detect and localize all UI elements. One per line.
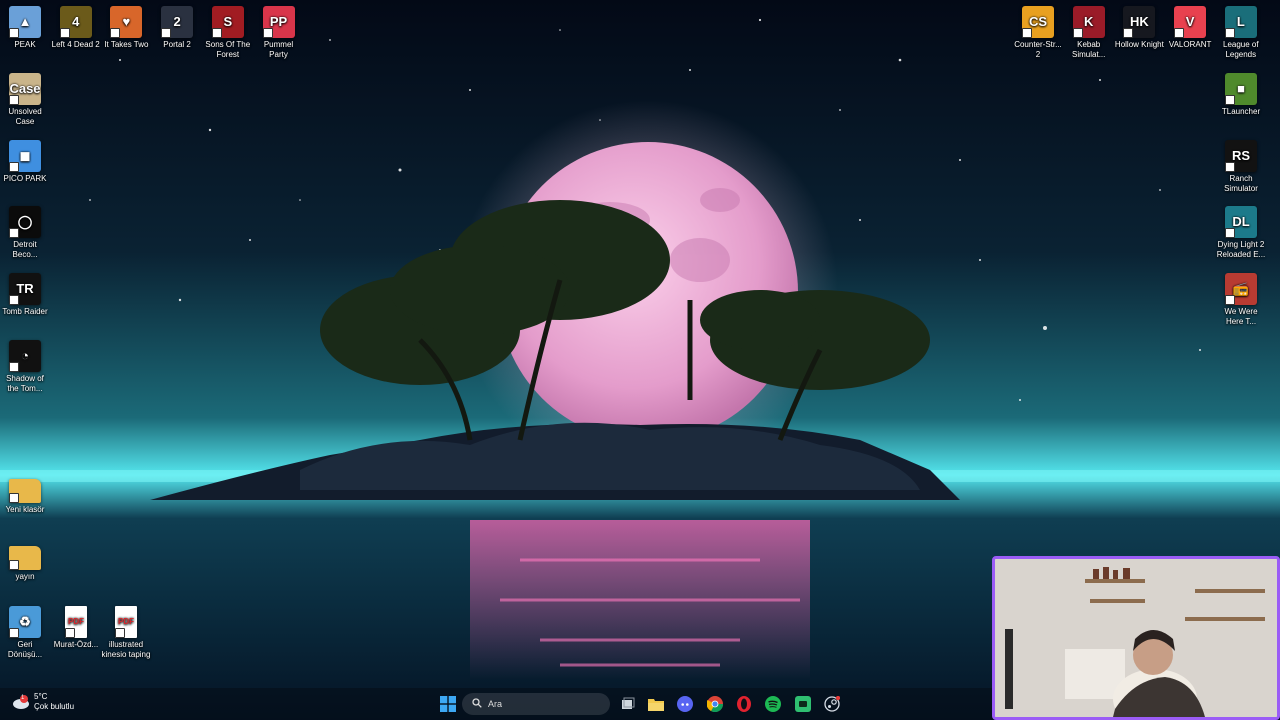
icon-tlauncher-image: ■	[1225, 73, 1257, 105]
icon-kebabsimulator[interactable]: K Kebab Simulat...	[1064, 2, 1114, 60]
icon-ittakestwo-label: It Takes Two	[104, 40, 149, 49]
icon-hollowknight[interactable]: HK Hollow Knight	[1114, 2, 1164, 50]
icon-leagueoflegends-label: League of Legends	[1223, 40, 1259, 59]
icon-counterstrike2[interactable]: CS Counter-Str... 2	[1013, 2, 1063, 60]
icon-recyclebin-image: ♻	[9, 606, 41, 638]
icon-sonsoftheforest[interactable]: S Sons Of The Forest	[203, 2, 253, 60]
icon-tlauncher[interactable]: ■ TLauncher	[1216, 69, 1266, 117]
icon-detroit-image: ◯	[9, 206, 41, 238]
icon-pummelparty-image: PP	[262, 6, 295, 38]
icon-tombraider[interactable]: TR Tomb Raider	[0, 269, 50, 317]
icon-pdf-murat[interactable]: PDF Murat-Özd...	[51, 602, 101, 650]
icon-picopark-label: PICO PARK	[3, 174, 47, 183]
icon-detroit-label: Detroit Beco...	[12, 240, 38, 259]
icon-leagueoflegends[interactable]: L League of Legends	[1216, 2, 1266, 60]
app-green-icon[interactable]	[793, 694, 813, 714]
search-placeholder: Ara	[488, 699, 503, 709]
icon-dyinglight2[interactable]: DL Dying Light 2 Reloaded E...	[1216, 202, 1266, 260]
icon-counterstrike2-image: CS	[1022, 6, 1054, 38]
weather-widget[interactable]: 1 5°C Çok bulutlu	[12, 692, 74, 712]
icon-portal2[interactable]: 2 Portal 2	[152, 2, 202, 50]
icon-ittakestwo-image: ♥	[110, 6, 143, 38]
icon-valorant-label: VALORANT	[1168, 40, 1212, 49]
icon-ittakestwo[interactable]: ♥ It Takes Two	[101, 2, 151, 50]
icon-left4dead2-label: Left 4 Dead 2	[51, 40, 100, 49]
icon-pdf-murat-image: PDF	[65, 606, 87, 638]
icon-pdf-kinesio-image: PDF	[115, 606, 137, 638]
icon-unsolvedcase-image: Case	[9, 73, 41, 105]
icon-wewerehere-image: 📻	[1225, 273, 1257, 305]
chrome-icon[interactable]	[705, 694, 725, 714]
spotify-icon[interactable]	[763, 694, 783, 714]
icon-tombraider-label: Tomb Raider	[2, 307, 48, 316]
icon-shadowtombraider[interactable]: ◔ Shadow of the Tom...	[0, 336, 50, 394]
steam-icon[interactable]	[822, 694, 842, 714]
icon-ranchsimulator-image: RS	[1225, 140, 1257, 172]
icon-folder-yayin-image	[9, 546, 41, 570]
search-input[interactable]: Ara	[462, 693, 610, 715]
icon-picopark[interactable]: ◼ PICO PARK	[0, 136, 50, 184]
icon-counterstrike2-label: Counter-Str... 2	[1014, 40, 1062, 59]
opera-gx-icon[interactable]	[734, 694, 754, 714]
icon-ranchsimulator-label: Ranch Simulator	[1224, 174, 1258, 193]
icon-hollowknight-image: HK	[1123, 6, 1156, 38]
icon-shadowtombraider-label: Shadow of the Tom...	[6, 374, 44, 393]
icon-portal2-image: 2	[161, 6, 194, 38]
icon-dyinglight2-label: Dying Light 2 Reloaded E...	[1216, 240, 1266, 259]
icon-left4dead2[interactable]: 4 Left 4 Dead 2	[51, 2, 101, 50]
icon-kebabsimulator-label: Kebab Simulat...	[1072, 40, 1106, 59]
icon-pdf-kinesio[interactable]: PDF illustrated kinesio taping	[101, 602, 151, 660]
icon-pummelparty[interactable]: PP Pummel Party	[254, 2, 304, 60]
icon-tlauncher-label: TLauncher	[1221, 107, 1261, 116]
icon-kebabsimulator-image: K	[1072, 6, 1105, 38]
icon-valorant-image: V	[1174, 6, 1207, 38]
icon-leagueoflegends-image: L	[1224, 6, 1257, 38]
weather-badge: 1	[21, 695, 25, 701]
webcam-scene	[995, 559, 1277, 717]
icon-peak-image: ▲	[9, 6, 41, 38]
icon-unsolvedcase-label: Unsolved Case	[8, 107, 42, 126]
icon-tombraider-image: TR	[9, 273, 41, 305]
icon-valorant[interactable]: V VALORANT	[1165, 2, 1215, 50]
icon-peak[interactable]: ▲ PEAK	[0, 2, 50, 50]
icon-pdf-murat-label: Murat-Özd...	[53, 640, 99, 649]
icon-shadowtombraider-image: ◔	[9, 340, 41, 372]
icon-peak-label: PEAK	[14, 40, 36, 49]
icon-recyclebin[interactable]: ♻ Geri Dönüşü...	[0, 602, 50, 660]
search-icon	[472, 698, 482, 710]
icon-pummelparty-label: Pummel Party	[263, 40, 294, 59]
icon-picopark-image: ◼	[9, 140, 41, 172]
icon-folder-yeni-label: Yeni klasör	[5, 505, 45, 514]
icon-hollowknight-label: Hollow Knight	[1114, 40, 1164, 49]
icon-portal2-label: Portal 2	[163, 40, 191, 49]
icon-pdf-kinesio-label: illustrated kinesio taping	[101, 640, 151, 659]
icon-ranchsimulator[interactable]: RS Ranch Simulator	[1216, 136, 1266, 194]
weather-condition: Çok bulutlu	[34, 702, 75, 711]
weather-temp: 5°C	[34, 692, 48, 701]
icon-detroit[interactable]: ◯ Detroit Beco...	[0, 202, 50, 260]
icon-folder-yeni-image	[9, 479, 41, 503]
icon-folder-yeni[interactable]: Yeni klasör	[0, 469, 50, 515]
webcam-overlay	[992, 556, 1280, 720]
icon-left4dead2-image: 4	[59, 6, 92, 38]
icon-wewerehere[interactable]: 📻 We Were Here T...	[1216, 269, 1266, 327]
windows-logo-icon	[440, 696, 456, 712]
task-view-icon[interactable]	[618, 694, 638, 714]
discord-icon[interactable]	[675, 694, 695, 714]
icon-folder-yayin-label: yayın	[15, 572, 35, 581]
icon-sonsoftheforest-image: S	[211, 6, 244, 38]
cloud-icon: 1	[12, 694, 30, 710]
file-explorer-icon[interactable]	[646, 694, 666, 714]
icon-recyclebin-label: Geri Dönüşü...	[7, 640, 43, 659]
icon-wewerehere-label: We Were Here T...	[1224, 307, 1258, 326]
icon-sonsoftheforest-label: Sons Of The Forest	[205, 40, 251, 59]
icon-folder-yayin[interactable]: yayın	[0, 536, 50, 582]
icon-dyinglight2-image: DL	[1225, 206, 1257, 238]
start-button[interactable]	[438, 694, 458, 714]
icon-unsolvedcase[interactable]: Case Unsolved Case	[0, 69, 50, 127]
